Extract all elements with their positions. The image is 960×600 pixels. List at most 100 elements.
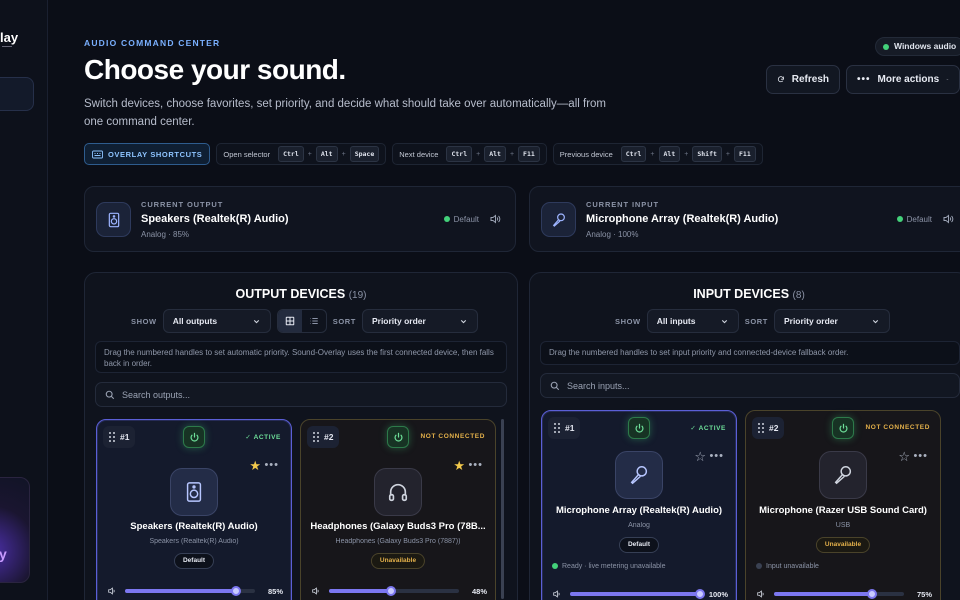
more-options-icon[interactable]: ••• — [264, 459, 279, 471]
refresh-icon — [777, 76, 784, 83]
key-cap: Alt — [658, 146, 681, 162]
input-show-select[interactable]: All inputs — [646, 309, 739, 333]
volume-icon[interactable] — [489, 212, 501, 230]
status-badge: Default — [618, 537, 660, 553]
shortcut-label: Open selector — [223, 149, 271, 159]
volume-value: 100% — [708, 589, 728, 599]
output-title-text: OUTPUT DEVICES — [235, 287, 346, 301]
default-dot-icon — [896, 216, 903, 222]
favorite-star-icon[interactable]: ★ — [453, 459, 465, 472]
favorite-star-icon[interactable]: ★ — [249, 459, 261, 472]
priority-number: #2 — [324, 432, 334, 442]
volume-fill — [774, 592, 872, 596]
volume-slider[interactable] — [570, 589, 705, 599]
key-cap: Space — [349, 146, 380, 162]
more-actions-label: More actions — [877, 74, 940, 85]
volume-row: 100% — [552, 587, 728, 600]
sidebar-item-active[interactable] — [0, 77, 34, 111]
more-actions-button[interactable]: ••• More actions — [846, 65, 960, 94]
output-search-input[interactable]: Search outputs... — [95, 382, 507, 407]
volume-fill — [125, 589, 236, 593]
sort-label: SORT — [744, 316, 768, 326]
output-devices-panel: OUTPUT DEVICES (19) SHOW All outputs SOR… — [84, 272, 518, 600]
volume-slider[interactable] — [329, 586, 459, 596]
power-toggle[interactable] — [832, 417, 854, 439]
default-dot-icon — [443, 216, 450, 222]
refresh-label: Refresh — [791, 74, 829, 85]
shortcut-label: Next device — [399, 149, 439, 159]
current-input-card[interactable]: CURRENT INPUT Microphone Array (Realtek(… — [529, 186, 960, 252]
chevron-down-icon — [721, 319, 727, 323]
key-cap: F11 — [734, 146, 756, 162]
drag-handle[interactable]: #2 — [307, 426, 340, 448]
output-priority-hint: Drag the numbered handles to set automat… — [95, 341, 507, 373]
shortcut-next-device: Next device Ctrl + Alt + F11 — [392, 143, 547, 165]
speaker-icon — [96, 202, 131, 237]
overlay-shortcuts-button[interactable]: OVERLAY SHORTCUTS — [84, 143, 211, 165]
output-sort-select[interactable]: Priority order — [361, 309, 478, 333]
drag-grip-icon — [109, 432, 115, 442]
drag-handle[interactable]: #1 — [548, 417, 581, 439]
scrollbar[interactable] — [501, 419, 504, 599]
power-toggle[interactable] — [183, 426, 205, 448]
current-output-card[interactable]: CURRENT OUTPUT Speakers (Realtek(R) Audi… — [84, 186, 516, 252]
input-priority-hint: Drag the numbered handles to set input p… — [540, 341, 960, 365]
input-sort-select[interactable]: Priority order — [773, 309, 890, 333]
favorite-star-outline-icon[interactable]: ☆ — [694, 450, 706, 463]
list-view-icon[interactable] — [302, 310, 326, 332]
more-options-icon[interactable]: ••• — [709, 450, 724, 462]
key-cap: F11 — [518, 146, 540, 162]
volume-row: 85% — [107, 584, 283, 598]
status-chip-label: Windows audio — [894, 41, 957, 51]
page-eyebrow: AUDIO COMMAND CENTER — [84, 38, 221, 48]
status-text: ACTIVE — [253, 434, 281, 441]
volume-fill — [570, 592, 700, 596]
device-status: ✓ ACTIVE — [690, 425, 726, 432]
volume-thumb[interactable] — [230, 586, 241, 596]
drag-grip-icon — [554, 423, 560, 433]
refresh-button[interactable]: Refresh — [766, 65, 840, 94]
status-badge: Unavailable — [815, 537, 871, 553]
volume-thumb[interactable] — [386, 586, 397, 596]
grid-view-icon[interactable] — [277, 310, 302, 332]
output-device-card[interactable]: #2 NOT CONNECTED ★ ••• Headphones (Galax… — [300, 419, 496, 600]
drag-handle[interactable]: #1 — [103, 426, 136, 448]
show-value: All outputs — [172, 316, 218, 326]
volume-icon[interactable] — [311, 586, 321, 596]
power-toggle[interactable] — [387, 426, 409, 448]
priority-number: #1 — [565, 423, 575, 433]
input-device-card[interactable]: #2 NOT CONNECTED ☆ ••• Microphone (Razer… — [745, 410, 941, 600]
input-device-card[interactable]: #1 ✓ ACTIVE ☆ ••• Microphone Array (Real… — [541, 410, 737, 600]
output-show-select[interactable]: All outputs — [162, 309, 271, 333]
volume-icon[interactable] — [942, 212, 954, 230]
volume-icon[interactable] — [552, 589, 562, 599]
volume-thumb[interactable] — [695, 589, 705, 599]
sort-value: Priority order — [371, 316, 426, 326]
input-devices-panel: INPUT DEVICES (8) SHOW All inputs SORT P… — [529, 272, 960, 600]
power-icon — [189, 432, 199, 442]
device-status: ✓ ACTIVE — [245, 434, 281, 441]
input-search-input[interactable]: Search inputs... — [540, 373, 960, 398]
device-name: Speakers (Realtek(R) Audio) — [130, 521, 258, 532]
volume-icon[interactable] — [756, 589, 766, 599]
output-device-card[interactable]: #1 ✓ ACTIVE ★ ••• Speakers (Realtek(R) A… — [96, 419, 292, 600]
keyboard-icon — [92, 150, 103, 158]
power-toggle[interactable] — [628, 417, 650, 439]
more-options-icon[interactable]: ••• — [468, 459, 483, 471]
favorite-star-outline-icon[interactable]: ☆ — [898, 450, 910, 463]
device-name: Microphone Array (Realtek(R) Audio) — [555, 505, 723, 516]
volume-icon[interactable] — [107, 586, 117, 596]
drag-handle[interactable]: #2 — [752, 417, 785, 439]
sidebar-promo-card[interactable]: y — [0, 477, 30, 583]
volume-slider[interactable] — [125, 586, 255, 596]
power-icon — [393, 432, 403, 442]
volume-thumb[interactable] — [866, 589, 877, 599]
search-placeholder: Search inputs... — [567, 380, 630, 391]
volume-value: 48% — [471, 586, 487, 596]
input-controls: SHOW All inputs SORT Priority order — [615, 309, 890, 333]
microphone-icon — [615, 451, 663, 499]
volume-slider[interactable] — [774, 589, 904, 599]
more-options-icon[interactable]: ••• — [913, 450, 928, 462]
windows-audio-status-chip: Windows audio — [875, 37, 960, 56]
promo-glyph: y — [0, 546, 7, 562]
